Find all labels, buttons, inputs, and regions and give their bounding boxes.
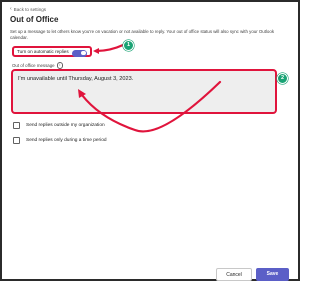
option-outside-organization[interactable]: Send replies outside my organization — [13, 122, 105, 129]
page-description: Set up a message to let others know you'… — [10, 29, 275, 40]
save-button[interactable]: Save — [256, 268, 289, 281]
option-time-period[interactable]: Send replies only during a time period — [13, 137, 107, 144]
info-icon[interactable]: i — [56, 62, 64, 69]
page-title: Out of Office — [10, 15, 59, 24]
out-of-office-panel: ‹ Back to settings Out of Office Set up … — [0, 0, 300, 281]
automatic-replies-toggle[interactable] — [72, 49, 87, 57]
outside-organization-label: Send replies outside my organization — [26, 123, 105, 128]
automatic-replies-row: Turn on automatic replies — [12, 46, 92, 57]
out-of-office-message-field[interactable]: I'm unavailable until Thursday, August 3… — [11, 69, 277, 114]
annotation-badge-2: 2 — [277, 73, 288, 84]
message-label-row: Out of office message i — [12, 62, 64, 69]
time-period-label: Send replies only during a time period — [26, 138, 107, 143]
message-label: Out of office message — [12, 62, 55, 68]
outside-organization-checkbox[interactable] — [13, 122, 20, 129]
toggle-knob — [81, 50, 86, 56]
annotation-badge-1: 1 — [123, 40, 134, 51]
chevron-left-icon: ‹ — [10, 6, 12, 12]
back-link-label: Back to settings — [13, 7, 47, 12]
message-text: I'm unavailable until Thursday, August 3… — [18, 76, 134, 82]
cancel-button[interactable]: Cancel — [216, 268, 252, 281]
back-to-settings-link[interactable]: ‹ Back to settings — [10, 6, 47, 13]
automatic-replies-label: Turn on automatic replies — [17, 49, 69, 54]
time-period-checkbox[interactable] — [13, 137, 20, 144]
